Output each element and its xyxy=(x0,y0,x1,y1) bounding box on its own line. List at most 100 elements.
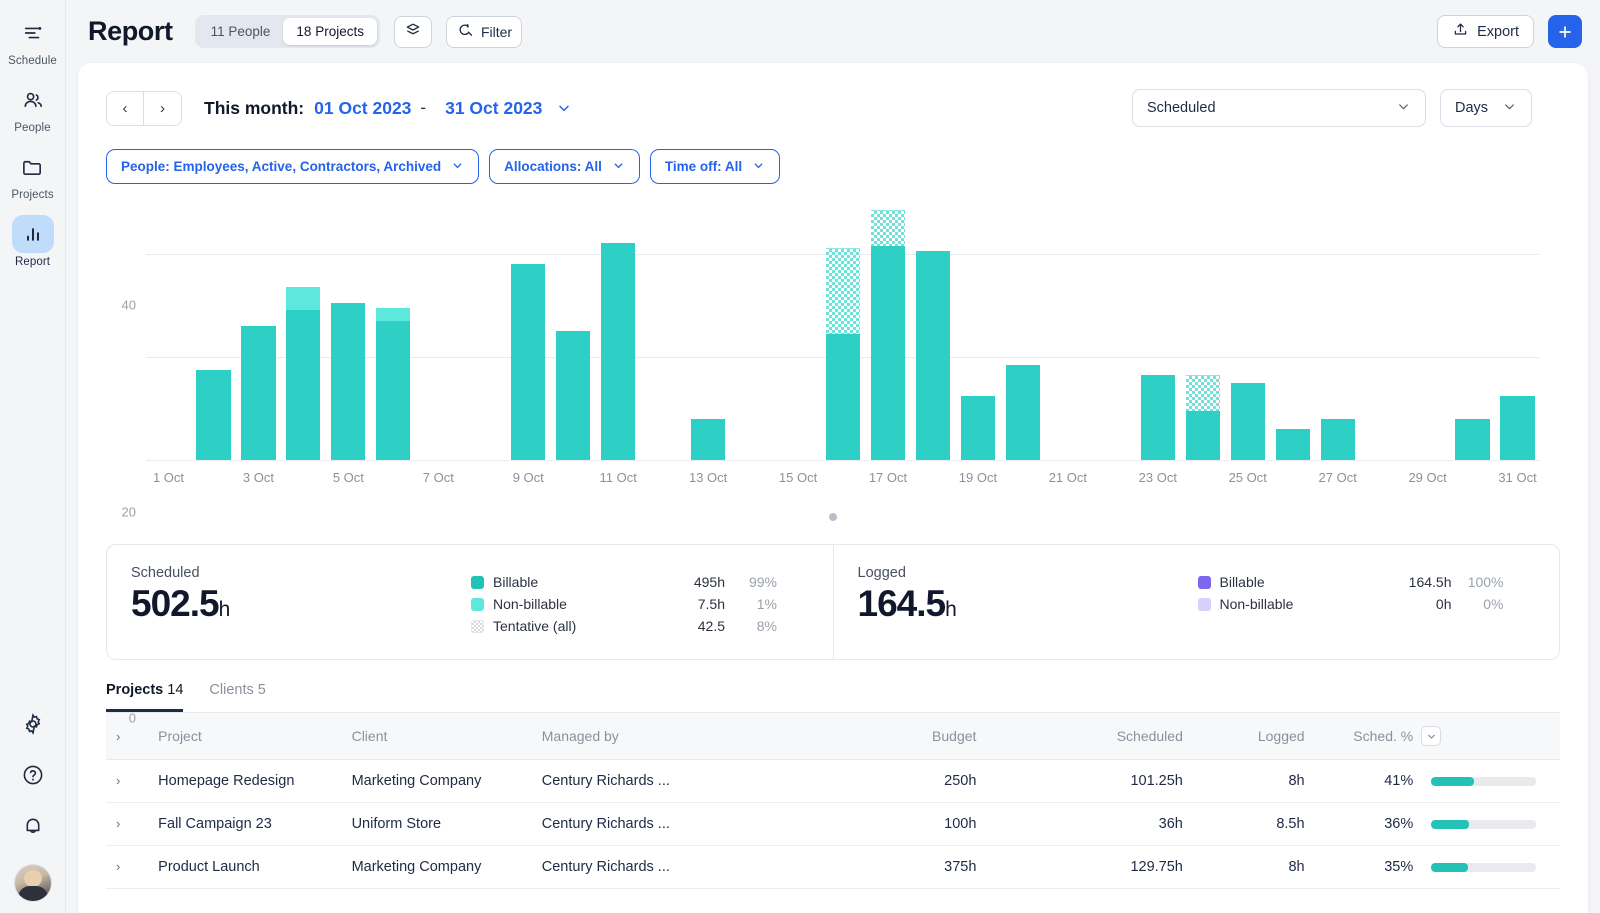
scope-segmented-control: 11 People 18 Projects xyxy=(195,15,380,48)
main-sidebar: Schedule People Projects xyxy=(0,0,66,913)
chevron-right-icon[interactable]: › xyxy=(106,729,120,744)
header-progress-options xyxy=(1413,713,1560,760)
chart-bar[interactable] xyxy=(556,331,590,460)
cell-scheduled: 101.25h xyxy=(976,760,1182,803)
granularity-select[interactable]: Days xyxy=(1440,89,1532,127)
chart-bar[interactable] xyxy=(511,264,545,460)
tab-clients[interactable]: Clients 5 xyxy=(209,682,265,712)
x-axis-tick-label xyxy=(281,460,326,485)
header-project[interactable]: Project xyxy=(158,713,351,760)
date-range-separator: - xyxy=(420,98,426,118)
x-axis-tick-label: 15 Oct xyxy=(776,460,821,485)
pagination-dot[interactable] xyxy=(829,513,837,521)
settings-gear-icon[interactable] xyxy=(21,712,45,741)
export-button[interactable]: Export xyxy=(1437,15,1534,48)
cell-budget: 100h xyxy=(775,803,976,846)
row-expand-cell[interactable]: › xyxy=(106,760,158,803)
sidebar-item-people[interactable]: People xyxy=(0,67,66,134)
projects-table-body: ›Homepage RedesignMarketing CompanyCentu… xyxy=(106,760,1560,889)
chart-bar[interactable] xyxy=(1186,375,1220,460)
summary-cards: Scheduled 502.5h Billable495h99%Non-bill… xyxy=(106,544,1560,660)
metric-select[interactable]: Scheduled xyxy=(1132,89,1426,127)
chart-bar[interactable] xyxy=(826,248,860,460)
scheduled-card-label: Scheduled xyxy=(131,565,471,581)
people-filter-pill[interactable]: People: Employees, Active, Contractors, … xyxy=(106,149,479,184)
chart-bar[interactable] xyxy=(196,370,230,460)
chart-bar[interactable] xyxy=(1006,365,1040,460)
chart-bar[interactable] xyxy=(871,210,905,460)
legend-percent: 0% xyxy=(1452,596,1504,612)
header-budget[interactable]: Budget xyxy=(775,713,976,760)
chart-bar[interactable] xyxy=(1321,419,1355,460)
tab-projects[interactable]: Projects 14 xyxy=(106,682,183,712)
add-button[interactable] xyxy=(1548,15,1582,48)
chart-bar[interactable] xyxy=(601,243,635,460)
help-question-icon[interactable] xyxy=(21,763,45,792)
sidebar-item-report[interactable]: Report xyxy=(0,201,66,268)
header-managed-by[interactable]: Managed by xyxy=(542,713,776,760)
chart-slot xyxy=(1180,202,1225,460)
chevron-right-icon[interactable]: › xyxy=(106,773,120,788)
table-row[interactable]: ›Homepage RedesignMarketing CompanyCentu… xyxy=(106,760,1560,803)
date-range-end[interactable]: 31 Oct 2023 xyxy=(445,98,542,119)
allocations-filter-pill[interactable]: Allocations: All xyxy=(489,149,640,184)
cell-sched-pct: 35% xyxy=(1305,846,1414,889)
chart-bar[interactable] xyxy=(1455,419,1489,460)
x-axis-tick-label: 25 Oct xyxy=(1225,460,1270,485)
scope-people-option[interactable]: 11 People xyxy=(198,18,284,45)
x-axis-tick-label: 17 Oct xyxy=(866,460,911,485)
header-client[interactable]: Client xyxy=(352,713,542,760)
scope-projects-option[interactable]: 18 Projects xyxy=(283,18,377,45)
logged-total-unit: h xyxy=(945,598,956,621)
chart-bar[interactable] xyxy=(1276,429,1310,460)
cell-managed-by: Century Richards ... xyxy=(542,846,776,889)
chart-bar[interactable] xyxy=(331,303,365,460)
notifications-bell-icon[interactable] xyxy=(21,814,45,843)
header-logged[interactable]: Logged xyxy=(1183,713,1305,760)
chart-bar[interactable] xyxy=(1231,383,1265,460)
chart-bar[interactable] xyxy=(241,326,275,460)
chart-bar[interactable] xyxy=(376,308,410,460)
chart-bar[interactable] xyxy=(1500,396,1534,461)
legend-swatch-icon xyxy=(1198,576,1211,589)
user-avatar[interactable] xyxy=(15,865,51,901)
date-range-start[interactable]: 01 Oct 2023 xyxy=(314,98,411,119)
chart-bar[interactable] xyxy=(1141,375,1175,460)
chart-slot xyxy=(1315,202,1360,460)
x-axis-tick-label xyxy=(551,460,596,485)
x-axis-tick-label xyxy=(731,460,776,485)
chart-slot xyxy=(1000,202,1045,460)
previous-period-button[interactable]: ‹ xyxy=(107,92,144,125)
x-axis-tick-label: 13 Oct xyxy=(686,460,731,485)
chart-bar[interactable] xyxy=(961,396,995,461)
chart-bar[interactable] xyxy=(916,251,950,460)
filter-button[interactable]: Filter xyxy=(446,16,522,48)
chart-bar[interactable] xyxy=(691,419,725,460)
table-row[interactable]: ›Product LaunchMarketing CompanyCentury … xyxy=(106,846,1560,889)
header-sched-pct[interactable]: Sched. % xyxy=(1305,713,1414,760)
chevron-right-icon[interactable]: › xyxy=(106,859,120,874)
date-range-chevron-down-icon[interactable] xyxy=(556,100,572,116)
row-expand-cell[interactable]: › xyxy=(106,846,158,889)
column-options-button[interactable] xyxy=(1421,726,1441,746)
legend-name: Non-billable xyxy=(1220,596,1370,612)
chart-slot xyxy=(1495,202,1540,460)
next-period-button[interactable]: › xyxy=(144,92,181,125)
timeoff-filter-pill[interactable]: Time off: All xyxy=(650,149,780,184)
chevron-right-icon[interactable]: › xyxy=(106,816,120,831)
bar-segment-billable xyxy=(1141,375,1175,460)
chart-pagination-dots[interactable] xyxy=(78,508,1588,526)
chevron-down-icon xyxy=(451,159,464,175)
sidebar-item-schedule[interactable]: Schedule xyxy=(0,0,66,67)
date-range-label: This month: xyxy=(204,98,304,119)
x-axis-tick-label xyxy=(461,460,506,485)
cell-progress xyxy=(1413,846,1560,889)
chart-bar[interactable] xyxy=(286,287,320,460)
group-by-layers-button[interactable] xyxy=(394,16,432,48)
header-scheduled[interactable]: Scheduled xyxy=(976,713,1182,760)
bar-segment-billable xyxy=(916,251,950,460)
legend-value: 0h xyxy=(1370,596,1452,612)
row-expand-cell[interactable]: › xyxy=(106,803,158,846)
table-row[interactable]: ›Fall Campaign 23Uniform StoreCentury Ri… xyxy=(106,803,1560,846)
sidebar-item-projects[interactable]: Projects xyxy=(0,134,66,201)
